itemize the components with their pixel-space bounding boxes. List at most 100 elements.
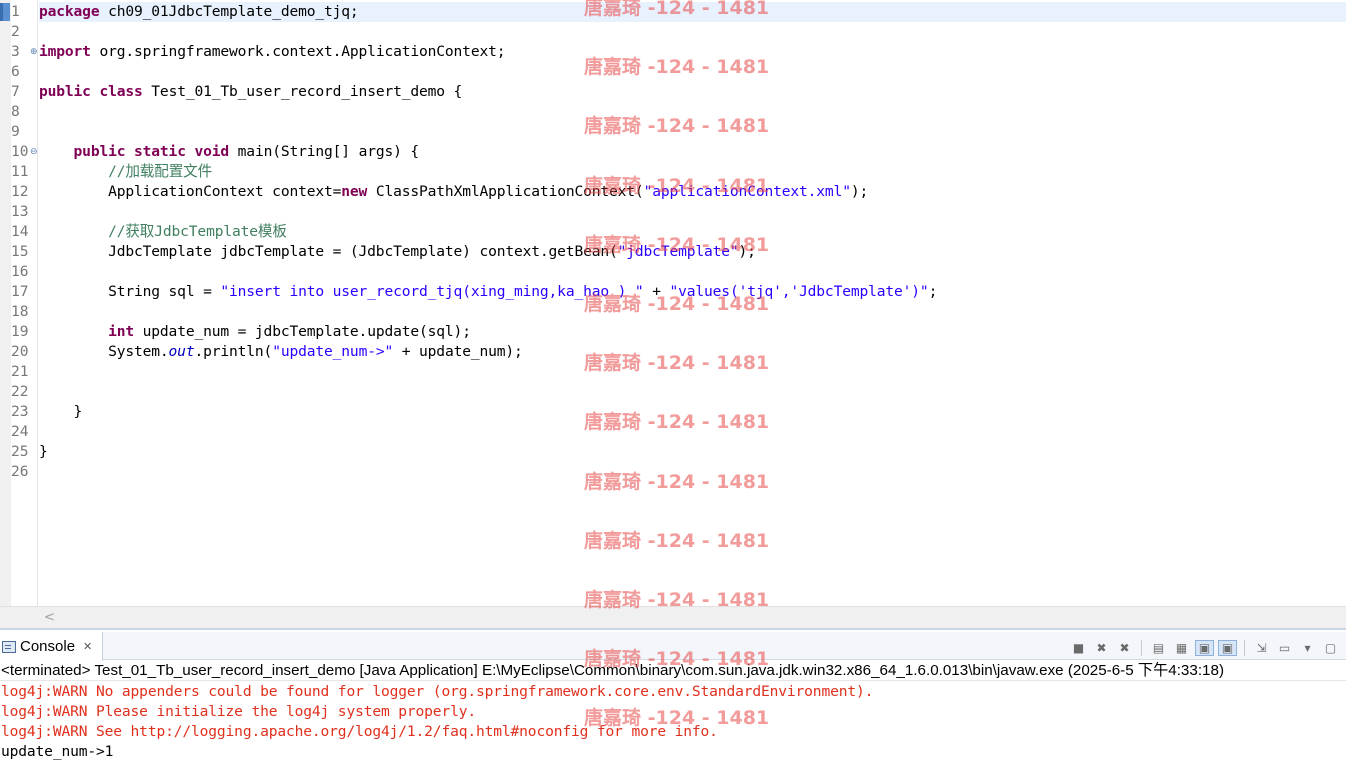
console-icon bbox=[2, 640, 16, 653]
stdout-line: update_num->1 bbox=[1, 743, 114, 760]
toolbar-separator bbox=[1244, 640, 1245, 656]
remove-all-terminated-icon[interactable]: ✖ bbox=[1115, 640, 1134, 656]
line-number: 1 bbox=[11, 3, 20, 20]
remove-launch-icon[interactable]: ✖ bbox=[1092, 640, 1111, 656]
code-token: JdbcTemplate jdbcTemplate = (JdbcTemplat… bbox=[39, 243, 618, 260]
line-number: 18 bbox=[11, 303, 29, 320]
show-console-on-stderr-icon[interactable]: ▣ bbox=[1218, 640, 1237, 656]
scroll-left-icon[interactable]: < bbox=[44, 610, 55, 625]
code-token: + bbox=[643, 283, 670, 300]
keyword-token: int bbox=[108, 323, 135, 340]
line-number: 2 bbox=[11, 23, 20, 40]
line-number: 3 bbox=[11, 43, 20, 60]
code-line[interactable]: package ch09_01JdbcTemplate_demo_tjq; bbox=[39, 2, 359, 22]
toolbar-separator bbox=[1141, 640, 1142, 656]
code-token: ch09_01JdbcTemplate_demo_tjq; bbox=[99, 3, 359, 20]
code-token: String sql = bbox=[39, 283, 221, 300]
code-line[interactable]: //加载配置文件 bbox=[39, 162, 212, 182]
line-number: 25 bbox=[11, 443, 29, 460]
code-line[interactable]: //获取JdbcTemplate模板 bbox=[39, 222, 287, 242]
comment-token: //加载配置文件 bbox=[108, 163, 213, 180]
code-token: System. bbox=[39, 343, 169, 360]
view-menu-icon[interactable]: ▾ bbox=[1298, 640, 1317, 656]
keyword-token: new bbox=[341, 183, 368, 200]
line-number: 21 bbox=[11, 363, 29, 380]
line-number: 22 bbox=[11, 383, 29, 400]
code-line[interactable]: JdbcTemplate jdbcTemplate = (JdbcTemplat… bbox=[39, 242, 756, 262]
line-number: 19 bbox=[11, 323, 29, 340]
keyword-token: void bbox=[194, 143, 230, 160]
code-line[interactable]: System.out.println("update_num->" + upda… bbox=[39, 342, 523, 362]
editor-annotation-ruler bbox=[0, 0, 11, 606]
line-number: 10 bbox=[11, 143, 29, 160]
fold-expand-icon[interactable]: ⊕ bbox=[30, 48, 38, 57]
stderr-line: log4j:WARN Please initialize the log4j s… bbox=[1, 703, 476, 720]
tab-console[interactable]: Console ✕ bbox=[0, 632, 104, 661]
code-line[interactable]: String sql = "insert into user_record_tj… bbox=[39, 282, 937, 302]
line-number: 24 bbox=[11, 423, 29, 440]
open-console-icon[interactable]: ▢ bbox=[1321, 640, 1340, 656]
display-selected-console-icon[interactable]: ▭ bbox=[1275, 640, 1294, 656]
code-token: ; bbox=[928, 283, 938, 300]
code-line[interactable]: ApplicationContext context=new ClassPath… bbox=[39, 182, 868, 202]
code-token: } bbox=[39, 403, 83, 420]
code-line[interactable]: public static void main(String[] args) { bbox=[39, 142, 420, 162]
console-output[interactable]: log4j:WARN No appenders could be found f… bbox=[0, 682, 1346, 762]
keyword-token: static bbox=[134, 143, 186, 160]
word-wrap-icon[interactable]: ▦ bbox=[1172, 640, 1191, 656]
line-number: 11 bbox=[11, 163, 29, 180]
string-token: "update_num->" bbox=[272, 343, 394, 360]
scroll-lock-icon[interactable]: ▤ bbox=[1149, 640, 1168, 656]
line-number: 15 bbox=[11, 243, 29, 260]
line-number: 16 bbox=[11, 263, 29, 280]
code-line[interactable]: public class Test_01_Tb_user_record_inse… bbox=[39, 82, 462, 102]
stderr-line: log4j:WARN No appenders could be found f… bbox=[1, 683, 874, 700]
field-token: out bbox=[168, 343, 195, 360]
pin-console-icon[interactable]: ⇲ bbox=[1252, 640, 1271, 656]
console-tab-label: Console bbox=[20, 638, 76, 655]
code-token: ApplicationContext context= bbox=[39, 183, 342, 200]
keyword-token: import bbox=[39, 43, 91, 60]
line-number: 26 bbox=[11, 463, 29, 480]
show-console-on-stdout-icon[interactable]: ▣ bbox=[1195, 640, 1214, 656]
code-line[interactable]: import org.springframework.context.Appli… bbox=[39, 42, 506, 62]
console-view: Console ✕ ■ ✖ ✖ ▤ ▦ ▣ ▣ ⇲ ▭ ▾ ▢ <terminated> Test_… bbox=[0, 628, 1346, 766]
console-toolbar: ■ ✖ ✖ ▤ ▦ ▣ ▣ ⇲ ▭ ▾ ▢ bbox=[1069, 640, 1340, 656]
code-token: ); bbox=[738, 243, 756, 260]
code-token: } bbox=[39, 443, 48, 460]
line-number: 12 bbox=[11, 183, 29, 200]
line-number: 17 bbox=[11, 283, 29, 300]
close-icon[interactable]: ✕ bbox=[83, 640, 92, 653]
line-number: 20 bbox=[11, 343, 29, 360]
code-text-area[interactable]: package ch09_01JdbcTemplate_demo_tjq;imp… bbox=[39, 0, 1346, 606]
code-editor[interactable]: 1 2 3 ⊕ 6 7 8 9 10 ⊖ 11 12 13 14 15 16 17 18 19 20 21 22 23 24 2… bbox=[0, 0, 1346, 628]
line-number: 23 bbox=[11, 403, 29, 420]
terminate-icon[interactable]: ■ bbox=[1069, 640, 1088, 656]
fold-collapse-icon[interactable]: ⊖ bbox=[30, 148, 38, 157]
string-token: "jdbcTemplate" bbox=[617, 243, 739, 260]
code-line[interactable]: } bbox=[39, 402, 83, 422]
editor-horizontal-scrollbar[interactable]: < bbox=[0, 606, 1346, 628]
code-token: ClassPathXmlApplicationContext( bbox=[367, 183, 644, 200]
code-token: update_num = jdbcTemplate.update(sql); bbox=[134, 323, 471, 340]
line-number: 14 bbox=[11, 223, 29, 240]
string-token: "applicationContext.xml" bbox=[643, 183, 851, 200]
comment-token: //获取JdbcTemplate模板 bbox=[108, 223, 287, 240]
line-number: 7 bbox=[11, 83, 20, 100]
string-token: "insert into user_record_tjq(xing_ming,k… bbox=[220, 283, 644, 300]
code-token: + update_num); bbox=[393, 343, 523, 360]
code-token: org.springframework.context.ApplicationC… bbox=[90, 43, 506, 60]
code-line[interactable]: } bbox=[39, 442, 48, 462]
code-line[interactable]: int update_num = jdbcTemplate.update(sql… bbox=[39, 322, 471, 342]
keyword-token: package bbox=[39, 3, 100, 20]
line-number: 8 bbox=[11, 103, 20, 120]
keyword-token: class bbox=[99, 83, 143, 100]
code-token: Test_01_Tb_user_record_insert_demo { bbox=[142, 83, 463, 100]
string-token: "values('tjq','JdbcTemplate')" bbox=[669, 283, 929, 300]
console-process-status: <terminated> Test_01_Tb_user_record_inse… bbox=[0, 661, 1346, 681]
code-token: main(String[] args) { bbox=[229, 143, 420, 160]
